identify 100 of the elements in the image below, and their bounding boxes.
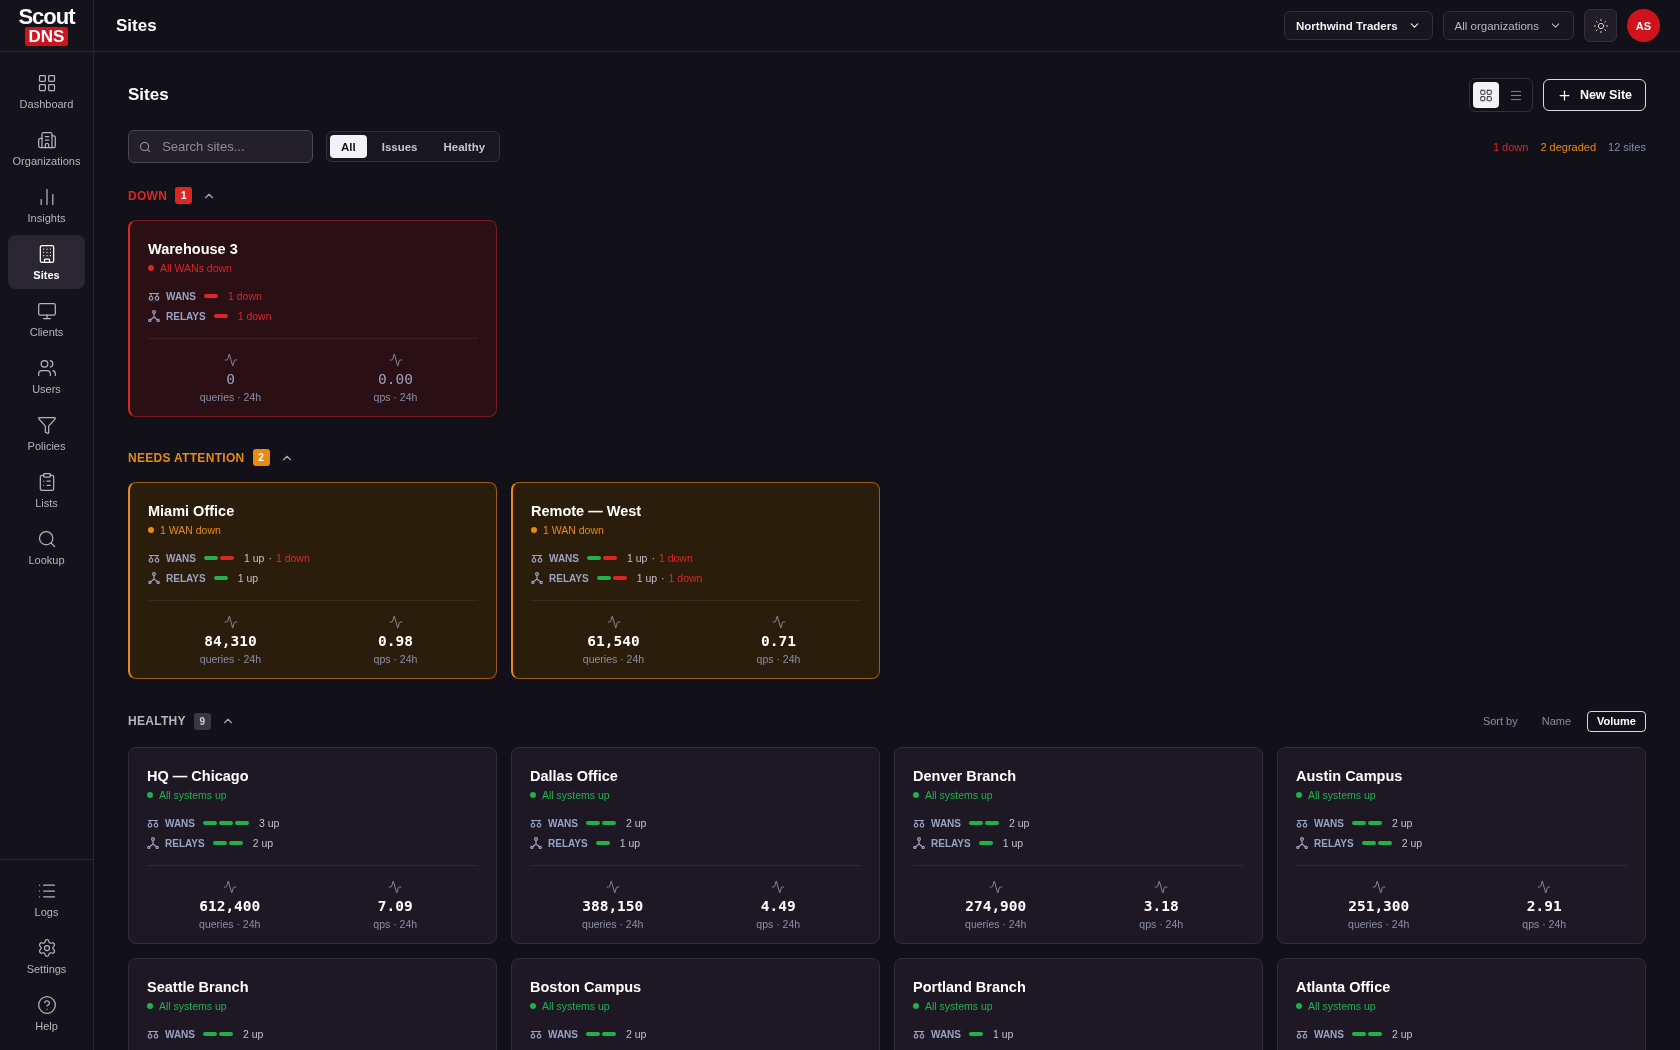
link-count: 2 up	[626, 1028, 647, 1040]
metric-label: qps · 24h	[756, 653, 801, 665]
nav-item[interactable]: Help	[8, 986, 85, 1040]
metric-value: 251,300	[1348, 898, 1410, 914]
metric-label: queries · 24h	[582, 653, 645, 665]
metric-label: qps · 24h	[373, 653, 418, 665]
link-count: 1 up	[627, 552, 648, 564]
site-name: Portland Branch	[913, 979, 1027, 995]
nav-item[interactable]: Settings	[8, 929, 85, 983]
link-count: 1 up	[636, 572, 658, 584]
activity-icon	[388, 880, 403, 894]
summary-count: 2 degraded	[1540, 140, 1597, 153]
site-name: Dallas Office	[530, 768, 619, 784]
search-icon	[139, 139, 152, 154]
wan-icon	[147, 818, 159, 828]
wan-icon	[531, 553, 543, 563]
activity-icon	[988, 880, 1003, 894]
metric-value: 0.00	[378, 371, 413, 387]
site-name: Austin Campus	[1296, 768, 1404, 784]
nav-item[interactable]: Users	[8, 349, 85, 403]
site-card[interactable]: Remote — West 1 WAN down WANS 1 up · 1 down RELAYS 1 up · 1 down 61,540 queries · 24h 0.71 qps · 24h	[511, 482, 880, 679]
site-card[interactable]: Portland Branch All systems up WANS 1 up	[894, 958, 1263, 1050]
nav-item[interactable]: Organizations	[8, 121, 85, 175]
site-card[interactable]: Miami Office 1 WAN down WANS 1 up · 1 down RELAYS 1 up 84,310 queries · 24h 0.98 qps · 24h	[128, 482, 497, 679]
metric-label: queries · 24h	[1348, 918, 1410, 930]
link-count: ·	[268, 552, 272, 564]
site-card[interactable]: Austin Campus All systems up WANS 2 up RELAYS 2 up 251,300 queries · 24h 2.91 qps · 24h	[1277, 747, 1646, 944]
monitor-icon	[36, 300, 57, 321]
sort-option[interactable]: Volume	[1587, 710, 1646, 732]
site-name: Atlanta Office	[1296, 979, 1392, 995]
status-text: 1 WAN down	[543, 524, 604, 536]
nav-item[interactable]: Sites	[8, 235, 85, 289]
organization-selector[interactable]: Northwind Traders	[1284, 11, 1433, 40]
nav-item[interactable]: Policies	[8, 406, 85, 460]
filter-tab[interactable]: Issues	[370, 135, 429, 158]
site-card[interactable]: Atlanta Office All systems up WANS 2 up	[1277, 958, 1646, 1050]
nav-item[interactable]: Insights	[8, 178, 85, 232]
count-badge: 2	[252, 449, 270, 466]
grid-view-button[interactable]	[1472, 82, 1499, 108]
wan-icon	[148, 553, 160, 563]
link-count: 1 up	[244, 552, 265, 564]
nav-item[interactable]: Clients	[8, 292, 85, 346]
site-card[interactable]: Seattle Branch All systems up WANS 2 up	[128, 958, 497, 1050]
site-name: Miami Office	[148, 503, 236, 519]
status-text: All WANs down	[160, 262, 232, 274]
site-card[interactable]: Dallas Office All systems up WANS 2 up RELAYS 1 up 388,150 queries · 24h 4.49 qps · 24h	[511, 747, 880, 944]
link-count: 2 up	[1401, 837, 1423, 849]
link-count: 2 up	[1009, 817, 1030, 829]
link-count: 1 down	[275, 552, 310, 564]
section-title: HEALTHY	[128, 714, 186, 728]
plus-icon	[1556, 87, 1572, 103]
new-site-button[interactable]: New Site	[1542, 79, 1646, 111]
status-dot	[913, 1003, 919, 1009]
nav-item[interactable]: Logs	[8, 872, 85, 926]
logo[interactable]: Scout DNS	[18, 5, 75, 46]
nav-item[interactable]: Lookup	[8, 520, 85, 574]
sun-icon	[1592, 17, 1609, 34]
user-avatar[interactable]: AS	[1627, 9, 1660, 42]
filter-tab[interactable]: Healthy	[432, 135, 497, 158]
dashboard-icon	[36, 72, 57, 93]
link-count: 1 down	[668, 572, 703, 584]
status-text: All systems up	[542, 789, 610, 801]
search-field[interactable]: Search sites...	[128, 130, 313, 163]
link-label: RELAYS	[166, 310, 206, 322]
metric-label: queries · 24h	[582, 918, 644, 930]
status-text: All systems up	[925, 1000, 993, 1012]
nav-item[interactable]: Dashboard	[8, 64, 85, 118]
status-dot	[1296, 792, 1302, 798]
sort-option[interactable]: Name	[1531, 710, 1582, 732]
status-dot	[1296, 1003, 1302, 1009]
site-card[interactable]: Boston Campus All systems up WANS 2 up	[511, 958, 880, 1050]
site-card[interactable]: Warehouse 3 All WANs down WANS 1 down RELAYS 1 down 0 queries · 24h 0.00 qps · 24h	[128, 220, 497, 417]
link-count: 2 up	[1392, 817, 1413, 829]
theme-toggle-button[interactable]	[1584, 9, 1617, 42]
link-label: WANS	[549, 552, 579, 564]
grid-icon	[1478, 87, 1493, 103]
relay-icon	[531, 572, 543, 584]
help-icon	[36, 994, 57, 1015]
site-card[interactable]: HQ — Chicago All systems up WANS 3 up RELAYS 2 up 612,400 queries · 24h 7.09 qps · 24h	[128, 747, 497, 944]
activity-icon	[388, 353, 403, 367]
link-label: WANS	[1314, 817, 1344, 829]
site-card[interactable]: Denver Branch All systems up WANS 2 up RELAYS 1 up 274,900 queries · 24h 3.18 qps · 24h	[894, 747, 1263, 944]
link-label: WANS	[166, 552, 196, 564]
section-title: NEEDS ATTENTION	[128, 450, 245, 465]
count-badge: 1	[175, 187, 193, 204]
relay-icon	[1296, 837, 1308, 849]
search-input[interactable]: Search sites...	[160, 138, 302, 155]
nav-item[interactable]: Lists	[8, 463, 85, 517]
activity-icon	[1537, 880, 1552, 894]
status-text: All systems up	[542, 1000, 610, 1012]
link-label: RELAYS	[549, 572, 589, 584]
status-text: 1 WAN down	[160, 524, 221, 536]
status-text: All systems up	[1308, 1000, 1376, 1012]
filter-tab[interactable]: All	[330, 135, 367, 158]
summary-count: 1 down	[1492, 140, 1529, 153]
link-count: 2 up	[626, 817, 647, 829]
header-title: Sites	[116, 15, 158, 36]
status-text: All systems up	[159, 789, 227, 801]
scope-selector[interactable]: All organizations	[1442, 11, 1574, 40]
summary-count: 12 sites	[1608, 140, 1646, 153]
